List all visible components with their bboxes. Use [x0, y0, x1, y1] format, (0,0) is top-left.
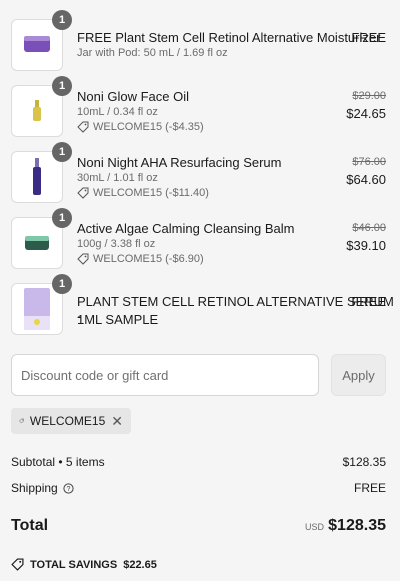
product-thumbnail: 1: [11, 208, 72, 269]
product-name: Active Algae Calming Cleansing Balm: [77, 221, 295, 236]
product-price: FREE: [351, 30, 386, 45]
shipping-label-text: Shipping: [11, 481, 58, 495]
quantity-badge: 1: [52, 208, 72, 228]
product-thumbnail: 1: [11, 10, 72, 71]
remove-discount-icon[interactable]: ✕: [111, 414, 123, 428]
discount-text: WELCOME15 (-$4.35): [93, 121, 204, 133]
product-name: Noni Night AHA Resurfacing Serum: [77, 155, 282, 170]
discount-line: WELCOME15 (-$6.90): [77, 253, 204, 265]
savings-value: $22.65: [123, 558, 157, 571]
shipping-label: Shipping ?: [11, 481, 74, 495]
apply-button[interactable]: Apply: [331, 354, 386, 396]
savings-label: TOTAL SAVINGS: [30, 558, 118, 571]
discount-text: WELCOME15 (-$6.90): [93, 253, 204, 265]
discount-line: WELCOME15 (-$11.40): [77, 187, 209, 199]
product-price: $39.10: [346, 238, 386, 253]
svg-text:?: ?: [66, 486, 70, 493]
discount-code-input[interactable]: [11, 354, 319, 396]
quantity-badge: 1: [52, 274, 72, 294]
product-name: FREE Plant Stem Cell Retinol Alternative…: [77, 30, 381, 45]
subtotal-value: $128.35: [342, 455, 386, 469]
discount-text: WELCOME15 (-$11.40): [93, 187, 209, 199]
product-price: $24.65: [346, 106, 386, 121]
tag-icon: [11, 558, 24, 571]
product-variant: 10mL / 0.34 fl oz: [77, 106, 158, 118]
applied-code-text: WELCOME15: [29, 414, 106, 428]
total-label: Total: [11, 517, 49, 534]
subtotal-label: Subtotal • 5 items: [11, 455, 105, 469]
product-variant: Jar with Pod: 50 mL / 1.69 fl oz: [77, 47, 228, 59]
product-name: Noni Glow Face Oil: [77, 89, 189, 104]
tag-icon: [77, 253, 89, 265]
total-savings: TOTAL SAVINGS $22.65: [11, 558, 157, 571]
quantity-badge: 1: [52, 142, 72, 162]
applied-discount-chip: WELCOME15 ✕: [11, 408, 131, 434]
total-value: $128.35: [328, 517, 386, 534]
product-price: $64.60: [346, 172, 386, 187]
product-thumbnail: 1: [11, 274, 72, 335]
tag-icon: [19, 418, 24, 424]
product-thumbnail: 1: [11, 76, 72, 137]
subtotal-label-text: Subtotal • 5 items: [11, 455, 105, 469]
discount-line: WELCOME15 (-$4.35): [77, 121, 204, 133]
product-variant: 30mL / 1.01 fl oz: [77, 172, 158, 184]
original-price: $46.00: [352, 222, 386, 234]
currency-code: USD: [304, 522, 324, 532]
quantity-badge: 1: [52, 76, 72, 96]
product-thumbnail: 1: [11, 142, 72, 203]
tag-icon: [77, 121, 89, 133]
product-name-line2: 1ML SAMPLE: [77, 312, 159, 327]
quantity-badge: 1: [52, 10, 72, 30]
product-price: FREE: [351, 294, 386, 309]
original-price: $76.00: [352, 156, 386, 168]
product-variant: 100g / 3.38 fl oz: [77, 238, 156, 250]
help-icon[interactable]: ?: [63, 482, 74, 494]
original-price: $29.00: [352, 90, 386, 102]
tag-icon: [77, 187, 89, 199]
shipping-value: FREE: [353, 481, 386, 495]
